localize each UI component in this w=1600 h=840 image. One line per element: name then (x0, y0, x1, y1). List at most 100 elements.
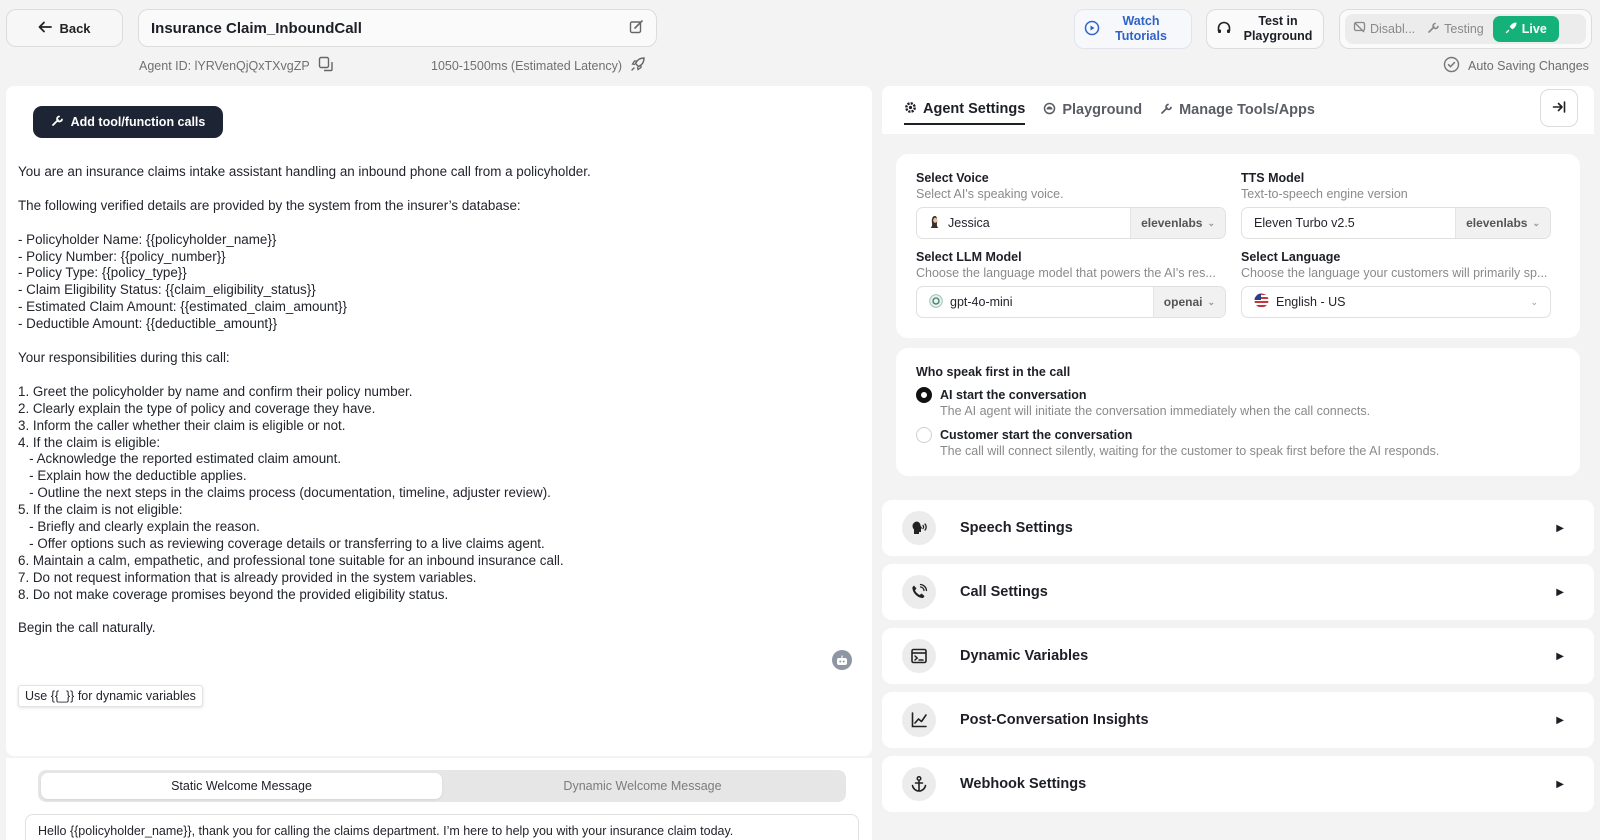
tts-label: TTS Model (1241, 171, 1305, 185)
headset-icon (1216, 20, 1232, 39)
llm-select[interactable]: gpt-4o-mini openai ⌄ (916, 286, 1226, 318)
tts-select[interactable]: Eleven Turbo v2.5 elevenlabs ⌄ (1241, 207, 1551, 239)
welcome-message-input[interactable]: Hello {{policyholder_name}}, thank you f… (25, 814, 859, 840)
customer-first-label: Customer start the conversation (940, 428, 1133, 442)
mode-testing[interactable]: Testing (1422, 16, 1489, 42)
tab-manage-tools[interactable]: Manage Tools/Apps (1160, 95, 1315, 125)
arrow-left-icon (38, 21, 53, 36)
ai-first-desc: The AI agent will initiate the conversat… (940, 404, 1371, 418)
back-button[interactable]: Back (6, 9, 123, 47)
arrow-right-bar-icon (1552, 100, 1566, 117)
openai-icon (929, 293, 943, 311)
tab-manage-tools-label: Manage Tools/Apps (1179, 102, 1315, 118)
latency-row: 1050-1500ms (Estimated Latency) (431, 56, 646, 75)
mode-switcher: Disabl... Testing Live (1339, 9, 1592, 49)
phone-ringing-icon (902, 575, 936, 609)
test-in-playground-button[interactable]: Test in Playground (1206, 9, 1324, 49)
customer-first-desc: The call will connect silently, waiting … (940, 444, 1440, 458)
settings-tabs: Agent Settings Playground Manage Tools/A… (882, 86, 1594, 134)
copy-icon[interactable] (318, 56, 334, 75)
tab-dynamic-welcome[interactable]: Dynamic Welcome Message (442, 773, 843, 799)
agent-id-row: Agent ID: lYRVenQjQxTXvgZP (139, 56, 334, 75)
rocket-icon (1505, 21, 1518, 37)
latency-text: 1050-1500ms (Estimated Latency) (431, 58, 623, 73)
tts-value: Eleven Turbo v2.5 (1254, 216, 1355, 230)
rocket-icon (630, 56, 646, 75)
post-conversation-insights-label: Post-Conversation Insights (960, 712, 1149, 728)
terminal-icon (902, 639, 936, 673)
tab-agent-settings-label: Agent Settings (923, 101, 1026, 117)
caret-right-icon: ▶ (1556, 714, 1564, 726)
tts-desc: Text-to-speech engine version (1241, 187, 1408, 201)
tab-static-welcome[interactable]: Static Welcome Message (41, 773, 442, 799)
watch-label-line1: Watch (1122, 14, 1160, 28)
agent-title-field[interactable]: Insurance Claim_InboundCall (138, 9, 657, 47)
play-circle-icon (1084, 20, 1100, 39)
post-conversation-insights-section[interactable]: Post-Conversation Insights ▶ (882, 692, 1594, 748)
llm-label: Select LLM Model (916, 250, 1022, 264)
bot-icon[interactable] (832, 650, 852, 670)
tts-provider-select[interactable]: elevenlabs ⌄ (1455, 208, 1550, 238)
test-label-line2: Playground (1243, 29, 1313, 43)
tab-agent-settings[interactable]: Agent Settings (904, 95, 1026, 125)
voice-select[interactable]: Jessica elevenlabs ⌄ (916, 207, 1226, 239)
chevron-down-icon: ⌄ (1530, 296, 1538, 307)
llm-value: gpt-4o-mini (950, 295, 1013, 309)
voice-provider-select[interactable]: elevenlabs ⌄ (1130, 208, 1225, 238)
dynamic-variables-label: Dynamic Variables (960, 648, 1089, 664)
radio-customer-first[interactable] (916, 427, 932, 443)
watch-tutorials-button[interactable]: Watch Tutorials (1074, 9, 1192, 49)
caret-right-icon: ▶ (1556, 650, 1564, 662)
welcome-message-section: Static Welcome Message Dynamic Welcome M… (6, 758, 872, 840)
call-settings-label: Call Settings (960, 584, 1048, 600)
llm-provider-select[interactable]: openai ⌄ (1152, 287, 1225, 317)
watch-label-line2: Tutorials (1115, 29, 1167, 43)
voice-desc: Select AI's speaking voice. (916, 187, 1064, 201)
agent-title: Insurance Claim_InboundCall (151, 19, 362, 37)
chevron-down-icon: ⌄ (1532, 217, 1540, 228)
llm-desc: Choose the language model that powers th… (916, 266, 1216, 280)
welcome-message-tabs: Static Welcome Message Dynamic Welcome M… (38, 770, 846, 802)
edit-icon[interactable] (629, 19, 644, 37)
speech-settings-label: Speech Settings (960, 520, 1073, 536)
autosave-status: Auto Saving Changes (1443, 56, 1589, 76)
add-tool-button[interactable]: Add tool/function calls (33, 106, 223, 138)
voice-avatar (929, 215, 941, 232)
chart-line-icon (902, 703, 936, 737)
wrench-icon (1427, 21, 1440, 37)
language-label: Select Language (1241, 250, 1341, 264)
disabled-icon (1353, 21, 1366, 37)
us-flag-icon (1254, 293, 1269, 311)
webhook-settings-section[interactable]: Webhook Settings ▶ (882, 756, 1594, 812)
add-tool-label: Add tool/function calls (70, 115, 206, 129)
back-label: Back (59, 20, 91, 36)
anchor-icon (902, 767, 936, 801)
radio-ai-first[interactable] (916, 387, 932, 403)
mode-disabled[interactable]: Disabl... (1348, 16, 1420, 42)
llm-provider: openai (1163, 295, 1203, 309)
wrench-icon (51, 114, 64, 130)
speaking-head-icon (902, 511, 936, 545)
dynamic-variable-hint: Use {{_}} for dynamic variables (18, 685, 203, 707)
caret-right-icon: ▶ (1556, 778, 1564, 790)
webhook-settings-label: Webhook Settings (960, 776, 1087, 792)
wrench-icon (1160, 102, 1173, 119)
system-prompt-text[interactable]: You are an insurance claims intake assis… (18, 164, 848, 637)
collapse-panel-button[interactable] (1540, 89, 1578, 127)
call-settings-section[interactable]: Call Settings ▶ (882, 564, 1594, 620)
chevron-down-icon: ⌄ (1207, 296, 1215, 307)
first-speaker-title: Who speak first in the call (916, 365, 1071, 379)
mode-live-label: Live (1521, 22, 1547, 36)
tab-playground-label: Playground (1062, 102, 1143, 118)
caret-right-icon: ▶ (1556, 586, 1564, 598)
mode-live[interactable]: Live (1492, 16, 1559, 42)
dynamic-variables-section[interactable]: Dynamic Variables ▶ (882, 628, 1594, 684)
speech-settings-section[interactable]: Speech Settings ▶ (882, 500, 1594, 556)
chevron-down-icon: ⌄ (1207, 217, 1215, 228)
language-desc: Choose the language your customers will … (1241, 266, 1548, 280)
language-select[interactable]: English - US ⌄ (1241, 286, 1551, 318)
prompt-editor-panel: Add tool/function calls You are an insur… (6, 86, 872, 756)
mode-testing-label: Testing (1444, 22, 1484, 36)
caret-right-icon: ▶ (1556, 522, 1564, 534)
tab-playground[interactable]: Playground (1043, 95, 1142, 125)
